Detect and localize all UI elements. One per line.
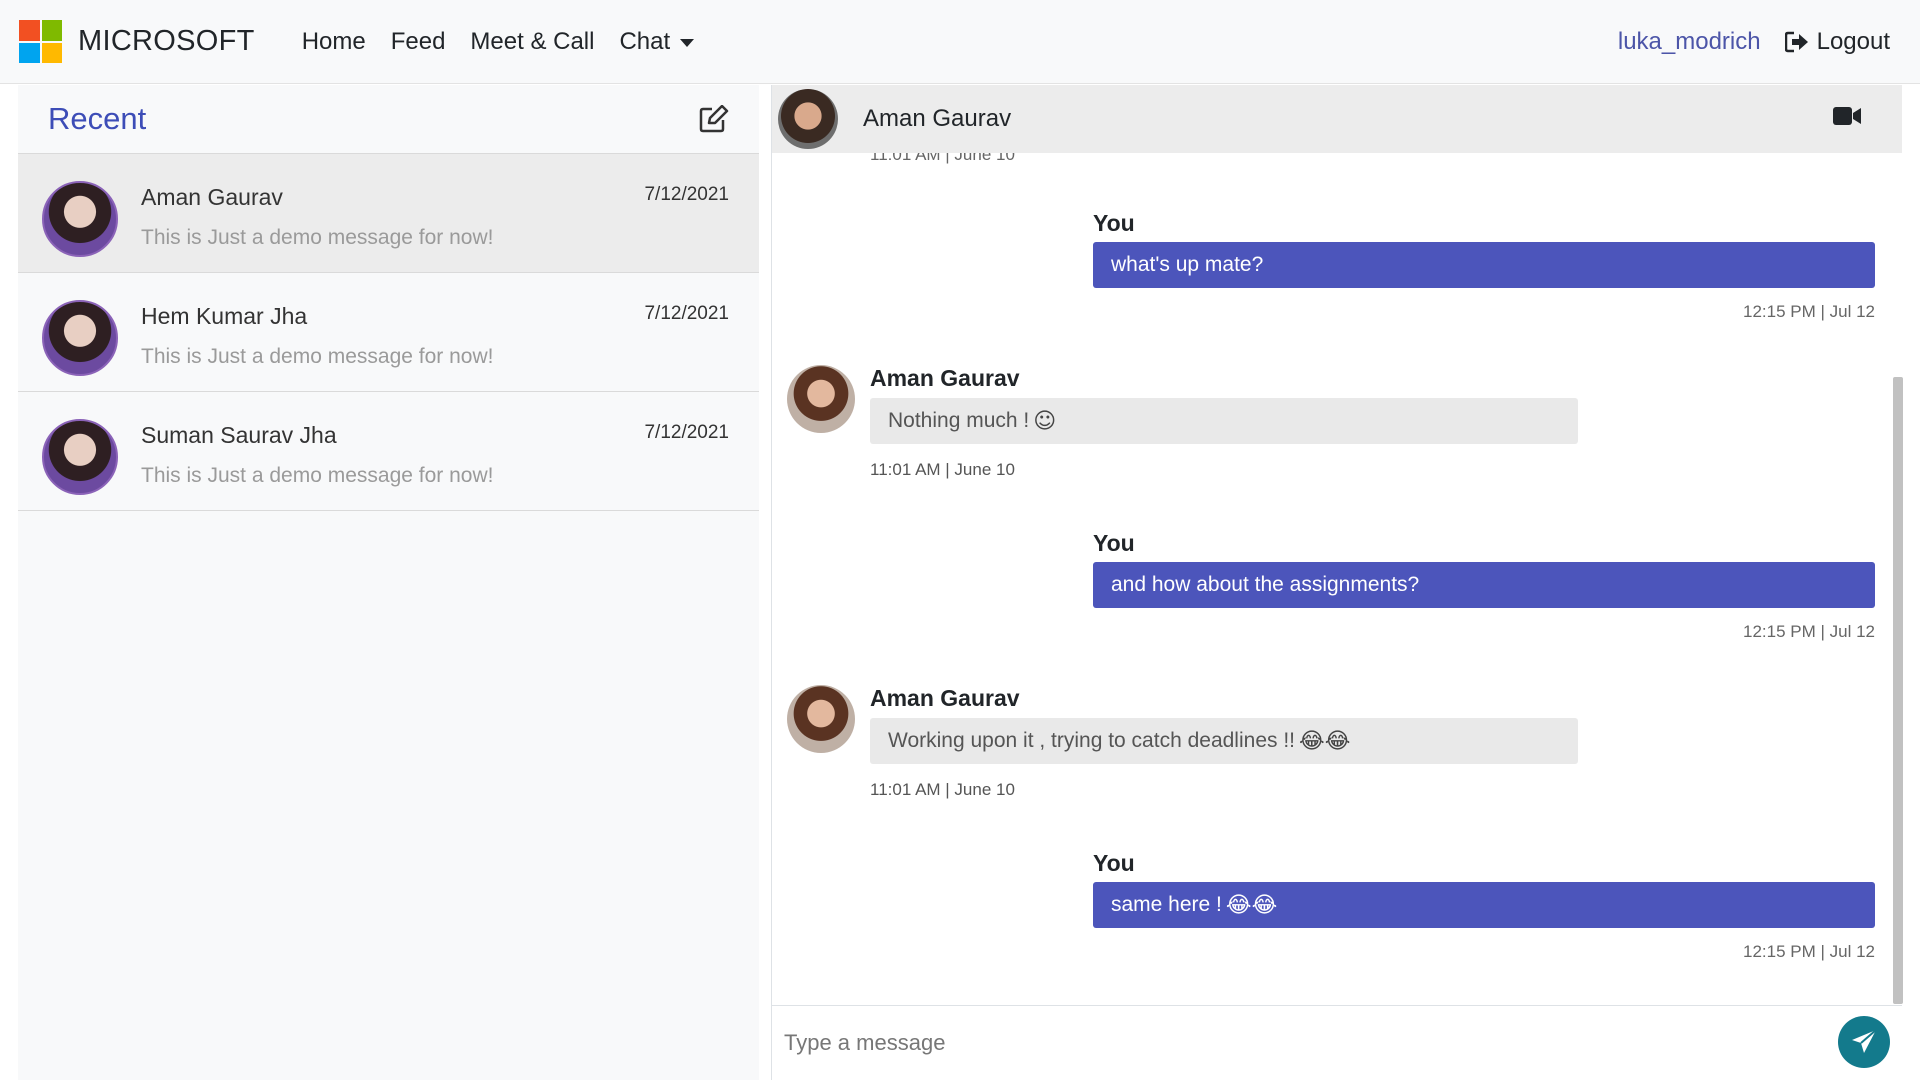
logout-icon: [1784, 31, 1808, 53]
contact-preview: This is Just a demo message for now!: [141, 464, 494, 487]
message-bubble: Nothing much ! ☺: [870, 398, 1578, 444]
compose-icon[interactable]: [699, 105, 729, 133]
message-sender: You: [1093, 530, 1135, 556]
recent-sidebar: Recent Aman Gaurav 7/12/2021 This is Jus…: [18, 85, 759, 1080]
message-sender: Aman Gaurav: [870, 685, 1020, 711]
message-text: what's up mate?: [1111, 253, 1264, 276]
avatar: [42, 419, 118, 495]
send-button[interactable]: [1838, 1016, 1890, 1068]
send-icon: [1852, 1029, 1877, 1053]
avatar: [778, 89, 838, 149]
brand[interactable]: MICROSOFT: [19, 20, 255, 63]
nav-links: Home Feed Meet & Call Chat: [277, 27, 695, 56]
nav-dropdown-chat[interactable]: Chat: [619, 27, 695, 56]
message-timestamp: 12:15 PM | Jul 12: [1743, 302, 1875, 321]
laughing-emoji-icon: 😂😂: [1299, 728, 1351, 754]
contact-name: Aman Gaurav: [141, 184, 283, 210]
message-timestamp: 12:15 PM | Jul 12: [1743, 622, 1875, 641]
logout-label: Logout: [1816, 28, 1890, 55]
message-timestamp: 11:01 AM | June 10: [870, 780, 1015, 799]
chat-scrollbar[interactable]: [1893, 377, 1903, 1004]
nav-link-chat-label: Chat: [619, 27, 671, 55]
message-outgoing: You what's up mate? 12:15 PM | Jul 12: [1093, 210, 1875, 322]
chat-panel: Aman Gaurav 11:01 AM | June 10 You what'…: [771, 85, 1903, 1080]
message-outgoing: You and how about the assignments? 12:15…: [1093, 530, 1875, 642]
microsoft-logo-icon: [19, 20, 62, 63]
contact-item[interactable]: Aman Gaurav 7/12/2021 This is Just a dem…: [18, 154, 759, 273]
nav-link-feed[interactable]: Feed: [391, 28, 446, 56]
brand-name: MICROSOFT: [78, 25, 255, 57]
message-text: Working upon it , trying to catch deadli…: [888, 729, 1295, 752]
contact-item[interactable]: Suman Saurav Jha 7/12/2021 This is Just …: [18, 392, 759, 511]
message-timestamp: 11:01 AM | June 10: [870, 460, 1015, 479]
avatar: [787, 685, 855, 753]
nav-link-meet-call[interactable]: Meet & Call: [470, 28, 594, 56]
contact-name: Suman Saurav Jha: [141, 422, 337, 448]
contact-date: 7/12/2021: [644, 303, 729, 324]
message-timestamp: 12:15 PM | Jul 12: [1743, 942, 1875, 961]
recent-title: Recent: [48, 101, 147, 136]
contact-preview: This is Just a demo message for now!: [141, 226, 494, 249]
chat-header: Aman Gaurav: [772, 85, 1902, 153]
nav-link-home[interactable]: Home: [302, 28, 366, 56]
avatar: [42, 300, 118, 376]
nav-right: luka_modrich Logout: [1618, 0, 1890, 84]
logout-button[interactable]: Logout: [1784, 28, 1890, 56]
message-bubble: Working upon it , trying to catch deadli…: [870, 718, 1578, 764]
chevron-down-icon: [680, 38, 695, 47]
contact-item[interactable]: Hem Kumar Jha 7/12/2021 This is Just a d…: [18, 273, 759, 392]
message-bubble: what's up mate?: [1093, 242, 1875, 288]
message-bubble: and how about the assignments?: [1093, 562, 1875, 608]
message-outgoing: You same here ! 😂😂 12:15 PM | Jul 12: [1093, 850, 1875, 962]
avatar: [787, 365, 855, 433]
message-incoming: Aman Gaurav Nothing much ! ☺ 11:01 AM | …: [787, 365, 1587, 480]
laughing-emoji-icon: 😂😂: [1225, 892, 1278, 918]
username-link[interactable]: luka_modrich: [1618, 28, 1761, 56]
message-composer: [772, 1005, 1902, 1080]
contact-name: Hem Kumar Jha: [141, 303, 308, 329]
message-text: same here !: [1111, 893, 1222, 916]
video-call-icon[interactable]: [1832, 105, 1862, 132]
recent-header: Recent: [18, 85, 759, 154]
message-text: Nothing much !: [888, 409, 1030, 432]
contact-preview: This is Just a demo message for now!: [141, 345, 494, 368]
message-incoming: Aman Gaurav Working upon it , trying to …: [787, 685, 1587, 800]
avatar: [42, 181, 118, 257]
message-sender: You: [1093, 210, 1135, 236]
message-text: and how about the assignments?: [1111, 573, 1420, 596]
smiley-emoji-icon: ☺: [1033, 408, 1057, 434]
navbar: MICROSOFT Home Feed Meet & Call Chat luk…: [0, 0, 1920, 84]
message-sender: You: [1093, 850, 1135, 876]
message-sender: Aman Gaurav: [870, 365, 1020, 391]
contact-date: 7/12/2021: [644, 422, 729, 443]
contact-date: 7/12/2021: [644, 184, 729, 205]
chat-contact-name: Aman Gaurav: [863, 105, 1012, 132]
message-input[interactable]: [784, 1021, 1784, 1065]
message-bubble: same here ! 😂😂: [1093, 882, 1875, 928]
